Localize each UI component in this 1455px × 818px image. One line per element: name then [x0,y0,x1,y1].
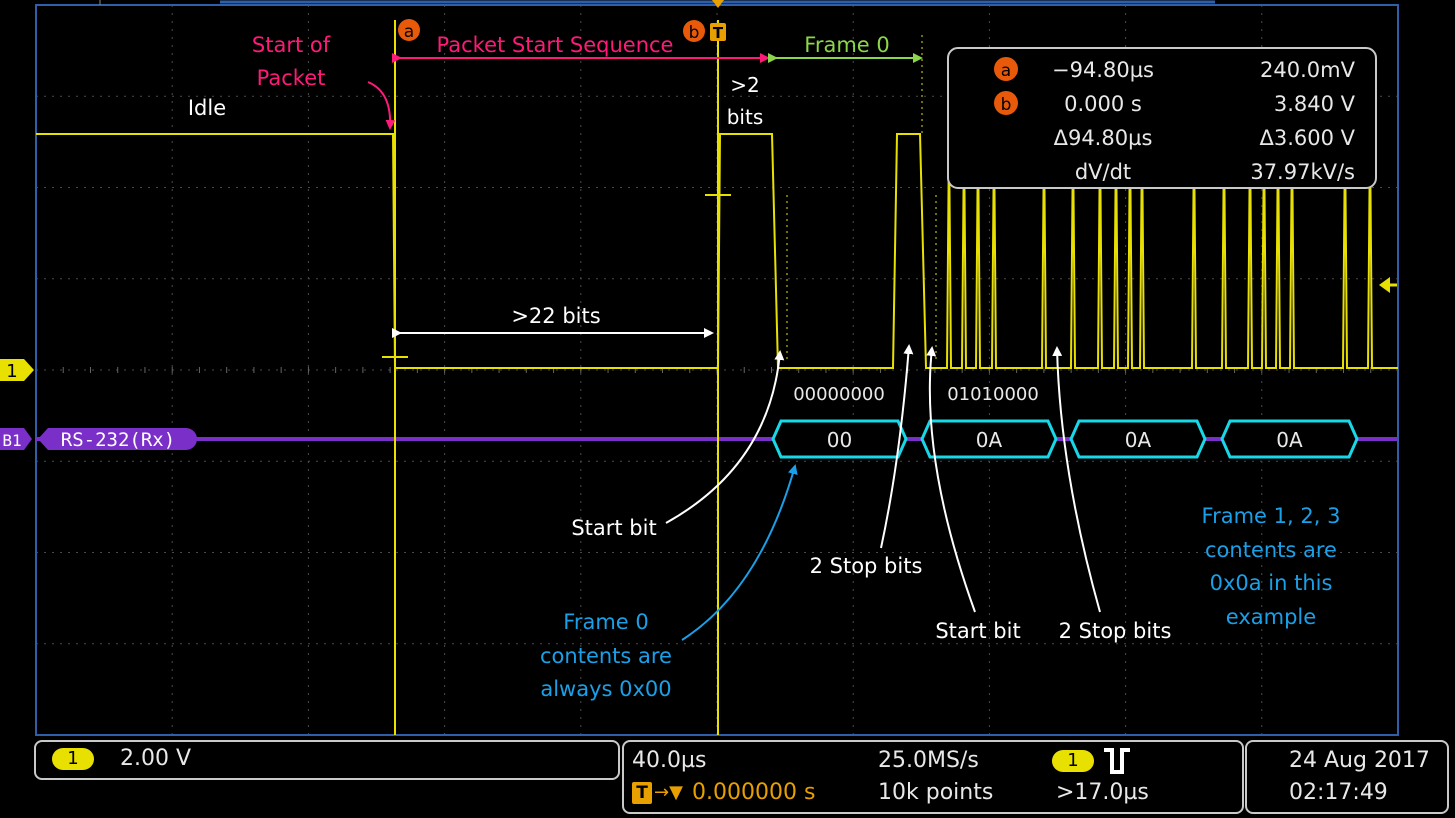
sample-rate-value: 25.0MS/s [878,748,979,773]
readout-dvdt-value: 37.97kV/s [1250,160,1355,184]
decode-frame-box[interactable]: 0A [920,419,1058,459]
cursor-a-marker[interactable]: a [398,19,420,42]
start-of-packet-arrow [367,81,396,130]
svg-text:T: T [713,24,724,42]
stop-bits-label-1: 2 Stop bits [810,554,923,578]
frame0-contents-label-3: always 0x00 [540,677,671,701]
stop-bits-label-2: 2 Stop bits [1059,619,1172,643]
bus-label[interactable]: RS-232(Rx) [38,428,197,451]
frame0-contents-label-1: Frame 0 [563,610,648,634]
svg-text:a: a [404,22,414,42]
ch1-badge: 1 [52,748,94,770]
cursor-readout-panel[interactable]: a −94.80µs 240.0mV b 0.000 s 3.840 V Δ94… [947,47,1377,189]
oscilloscope-screen: a b T 1 B1 RS-232(Rx) 00 0A 0A 0A 00000000 … [0,0,1455,814]
pulse-width-trigger-icon [1104,748,1130,774]
date-time-box[interactable]: 24 Aug 2017 02:17:49 [1245,740,1449,814]
readout-b-volt: 3.840 V [1274,92,1356,116]
gt2-bits-label-1: >2 [730,73,759,97]
frame0-contents-arrow [681,464,798,641]
acquisition-box[interactable]: 40.0µs 25.0MS/s T →▼ 0.000000 s 10k poin… [622,740,1244,814]
ch1-ground-marker[interactable]: 1 [0,359,34,382]
frame0-contents-label-2: contents are [540,644,672,668]
svg-text:b: b [689,23,700,43]
time-value: 02:17:49 [1289,780,1388,805]
gt2-bits-label-2: bits [727,105,764,129]
readout-a-time: −94.80µs [1052,58,1154,82]
idle-label: Idle [188,96,226,120]
trigger-level-arrow[interactable] [1379,277,1390,293]
trigger-condition-value: >17.0µs [1056,780,1149,805]
svg-text:RS-232(Rx): RS-232(Rx) [61,429,175,451]
frames123-contents-label-4: example [1226,605,1316,629]
readout-delta-volt: Δ3.600 V [1259,126,1355,150]
svg-text:a: a [1001,61,1011,81]
svg-text:B1: B1 [2,431,21,450]
ch1-scale-box[interactable]: 1 2.00 V [34,740,620,780]
waveform-display: a b T 1 B1 RS-232(Rx) 00 0A 0A 0A 00000000 … [0,0,1399,736]
ch1-scale-value: 2.00 V [120,746,192,771]
record-length-value: 10k points [878,780,994,805]
trigger-position-value: 0.000000 s [692,780,816,805]
frames123-contents-label-2: contents are [1205,538,1337,562]
readout-a-volt: 240.0mV [1260,58,1356,82]
decode-frame-box[interactable]: 0A [1220,419,1359,459]
trigger-source-badge: 1 [1052,750,1094,772]
trigger-position-icon: T [632,782,652,804]
stop-bits-arrow-2 [1052,346,1101,613]
start-of-packet-label-1: Start of [252,33,331,57]
readout-dvdt-label: dV/dt [1075,160,1131,184]
frames123-contents-label-3: 0x0a in this [1210,571,1333,595]
bit-markers [786,35,937,360]
bus-b1-marker[interactable]: B1 [0,428,32,450]
decode-frame-box[interactable]: 0A [1069,419,1207,459]
decode-frame-value: 0A [976,428,1003,452]
start-bit-label-1: Start bit [571,516,656,540]
svg-text:1: 1 [6,361,17,382]
decode-frame-box[interactable]: 00 [771,419,908,459]
date-value: 24 Aug 2017 [1289,748,1430,773]
frame1-bit-string: 01010000 [947,384,1039,405]
frame0-bit-string: 00000000 [793,384,885,405]
frame0-label: Frame 0 [804,33,889,57]
arrow-right-icon: →▼ [654,782,683,803]
decode-frame-value: 0A [1276,428,1303,452]
cursor-b-marker[interactable]: b [683,20,705,43]
frames123-contents-label-1: Frame 1, 2, 3 [1202,504,1341,528]
decode-frame-value: 00 [827,428,852,452]
svg-text:b: b [1001,95,1012,115]
packet-start-sequence-label: Packet Start Sequence [437,33,674,57]
readout-delta-time: Δ94.80µs [1054,126,1153,150]
readout-b-time: 0.000 s [1064,92,1142,116]
start-of-packet-label-2: Packet [257,66,326,90]
start-bit-label-2: Start bit [935,619,1020,643]
decode-frame-value: 0A [1125,428,1152,452]
gt22-bits-label: >22 bits [511,304,600,328]
timebase-value: 40.0µs [632,748,707,773]
